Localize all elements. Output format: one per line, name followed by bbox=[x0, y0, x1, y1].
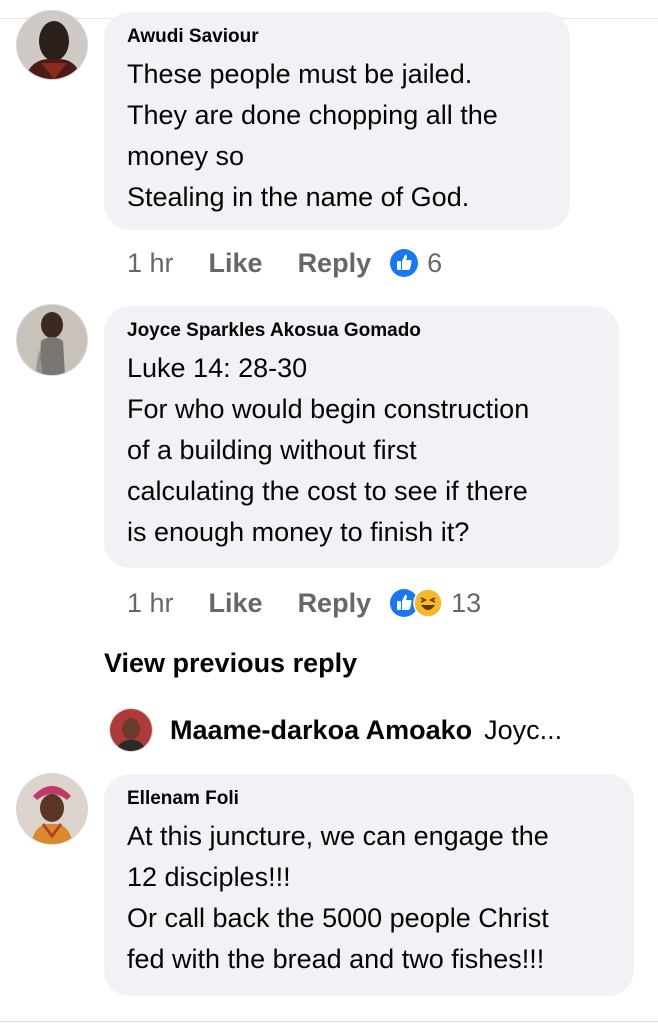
comment-text-line: fed with the bread and two fishes!!! bbox=[127, 944, 545, 974]
view-previous-reply-link[interactable]: View previous reply bbox=[104, 648, 357, 679]
comment-actions: 1 hr Like Reply 6 bbox=[127, 243, 442, 283]
avatar[interactable] bbox=[17, 11, 87, 79]
avatar-photo bbox=[17, 305, 87, 375]
like-button[interactable]: Like bbox=[209, 588, 263, 619]
like-reaction-icon[interactable] bbox=[389, 248, 419, 278]
comment-text-line: They are done chopping all the bbox=[127, 100, 498, 130]
comment-text-line: For who would begin construction bbox=[127, 394, 530, 424]
comment-text-line: Stealing in the name of God. bbox=[127, 182, 470, 212]
comment-text-line: At this juncture, we can engage the bbox=[127, 821, 549, 851]
comment-text-line: money so bbox=[127, 141, 245, 171]
bottom-divider bbox=[0, 1021, 658, 1022]
reply-button[interactable]: Reply bbox=[298, 588, 372, 619]
comment-text-line: of a building without first bbox=[127, 435, 417, 465]
avatar[interactable] bbox=[17, 305, 87, 375]
comment-text-line: Or call back the 5000 people Christ bbox=[127, 903, 549, 933]
reply-preview[interactable]: Maame-darkoa Amoako Joyc... bbox=[110, 708, 562, 752]
comment-author[interactable]: Ellenam Foli bbox=[127, 788, 610, 810]
comment-bubble: Joyce Sparkles Akosua Gomado Luke 14: 28… bbox=[104, 306, 619, 568]
like-button[interactable]: Like bbox=[209, 248, 263, 279]
avatar-photo bbox=[17, 774, 87, 844]
comment-text-line: These people must be jailed. bbox=[127, 59, 473, 89]
avatar[interactable] bbox=[17, 774, 87, 844]
reply-author[interactable]: Maame-darkoa Amoako bbox=[170, 715, 472, 746]
comment-actions: 1 hr Like Reply 13 bbox=[127, 583, 481, 623]
comment-timestamp[interactable]: 1 hr bbox=[127, 588, 174, 619]
haha-reaction-icon[interactable] bbox=[413, 588, 443, 618]
comment-text-line: calculating the cost to see if there bbox=[127, 476, 528, 506]
comment-bubble: Awudi Saviour These people must be jaile… bbox=[104, 12, 570, 230]
reaction-count[interactable]: 13 bbox=[451, 588, 481, 619]
comment-text-line: 12 disciples!!! bbox=[127, 862, 291, 892]
comment-bubble: Ellenam Foli At this juncture, we can en… bbox=[104, 774, 634, 996]
avatar-photo bbox=[110, 709, 152, 751]
comment-author[interactable]: Joyce Sparkles Akosua Gomado bbox=[127, 320, 595, 342]
reply-button[interactable]: Reply bbox=[298, 248, 372, 279]
comment-author[interactable]: Awudi Saviour bbox=[127, 26, 546, 48]
avatar-photo bbox=[17, 11, 87, 79]
comment-text-line: is enough money to finish it? bbox=[127, 517, 470, 547]
reaction-count[interactable]: 6 bbox=[427, 248, 442, 279]
comment-timestamp[interactable]: 1 hr bbox=[127, 248, 174, 279]
comment-text-line: Luke 14: 28-30 bbox=[127, 353, 308, 383]
reply-preview-text: Joyc... bbox=[484, 714, 563, 745]
avatar bbox=[110, 709, 152, 751]
